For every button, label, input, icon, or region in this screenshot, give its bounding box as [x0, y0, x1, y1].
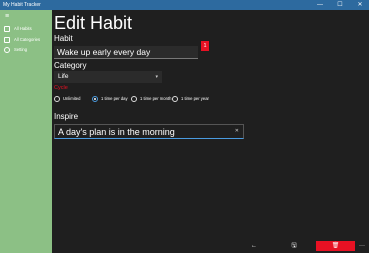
gear-icon [4, 47, 10, 53]
cycle-label: Cycle [54, 85, 68, 91]
radio-icon [172, 96, 178, 102]
habit-input-value: Wake up early every day [57, 47, 151, 57]
radio-label: Unlimited [63, 96, 81, 101]
radio-label: 1 time per year [181, 96, 209, 101]
hamburger-menu-icon[interactable]: ≡ [5, 13, 13, 21]
maximize-icon[interactable]: ☐ [333, 0, 347, 10]
category-selected-value: Life [58, 73, 69, 80]
inspire-input[interactable]: A day's plan is in the morning ✕ [54, 124, 244, 139]
main-content: Edit Habit Habit Wake up early every day… [52, 10, 369, 253]
save-icon[interactable]: 🖫 [288, 241, 300, 251]
sidebar-item-label: All Categories [14, 37, 41, 42]
sidebar-item-all-categories[interactable]: All Categories [0, 35, 52, 45]
minimize-icon[interactable]: — [313, 0, 327, 10]
habit-label: Habit [54, 34, 73, 43]
radio-selected-icon [92, 96, 98, 102]
inspire-label: Inspire [54, 112, 79, 121]
category-label: Category [54, 61, 87, 70]
back-arrow-icon[interactable]: ← [248, 241, 260, 251]
sidebar-item-all-habits[interactable]: All Habits [0, 24, 52, 34]
sidebar-item-label: Setting [14, 47, 28, 52]
sidebar-item-setting[interactable]: Setting [0, 45, 52, 55]
radio-icon [54, 96, 60, 102]
sidebar-item-label: All Habits [14, 26, 32, 31]
radio-label: 1 time per day [101, 96, 128, 101]
delete-button[interactable]: 🗑 [316, 241, 355, 251]
more-icon[interactable]: ··· [356, 241, 368, 251]
close-icon[interactable]: ✕ [353, 0, 367, 10]
inspire-input-value: A day's plan is in the morning [58, 127, 175, 137]
error-badge: 1 [201, 41, 209, 51]
radio-icon [131, 96, 137, 102]
clear-icon[interactable]: ✕ [235, 127, 239, 136]
window-title: My Habit Tracker [3, 2, 41, 8]
sidebar: ≡ All Habits All Categories Setting [0, 10, 52, 253]
page-title: Edit Habit [54, 13, 133, 33]
habit-input[interactable]: Wake up early every day [54, 46, 198, 59]
categories-icon [4, 37, 10, 43]
radio-label: 1 time per month [140, 96, 172, 101]
title-bar: My Habit Tracker — ☐ ✕ [0, 0, 369, 10]
habits-icon [4, 26, 10, 32]
category-dropdown[interactable]: Life ▾ [54, 71, 162, 83]
command-bar: ← 🖫 🗑 ··· [52, 239, 369, 253]
chevron-down-icon: ▾ [155, 74, 158, 80]
